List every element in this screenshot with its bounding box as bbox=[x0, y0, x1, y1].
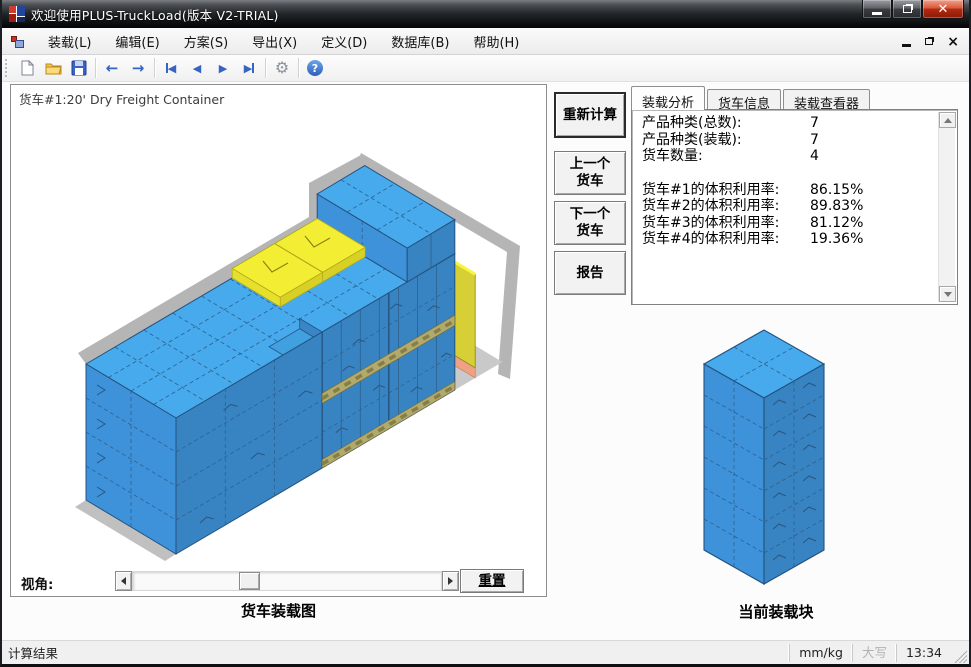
restore-icon bbox=[903, 5, 912, 13]
analysis-row: 货车数量:4 bbox=[642, 148, 931, 165]
resize-grip[interactable] bbox=[953, 649, 967, 663]
help-icon: ? bbox=[307, 60, 323, 76]
prev-truck-button[interactable]: ◀ bbox=[184, 56, 210, 80]
analysis-row: 货车#1的体积利用率:86.15% bbox=[642, 182, 931, 199]
maximize-button[interactable] bbox=[892, 0, 922, 19]
app-logo-icon bbox=[9, 6, 25, 22]
new-file-button[interactable] bbox=[14, 56, 40, 80]
scroll-down-button[interactable] bbox=[939, 286, 956, 302]
menu-bar: 装载(L) 编辑(E) 方案(S) 导出(X) 定义(D) 数据库(B) 帮助(… bbox=[2, 28, 969, 55]
first-truck-button[interactable]: ◀ bbox=[158, 56, 184, 80]
next-icon: ▶ bbox=[219, 63, 227, 74]
tab-truck-info[interactable]: 货车信息 bbox=[707, 89, 781, 110]
menu-database[interactable]: 数据库(B) bbox=[379, 28, 461, 55]
caps-indicator: 大写 bbox=[852, 644, 896, 662]
slider-left-button[interactable] bbox=[115, 571, 132, 591]
forward-arrow-icon: → bbox=[132, 61, 145, 76]
status-bar: 计算结果 mm/kg 大写 13:34 bbox=[2, 640, 969, 664]
toolbar-separator bbox=[298, 58, 299, 78]
down-arrow-icon bbox=[944, 292, 952, 301]
mdi-restore-button[interactable] bbox=[925, 38, 933, 45]
tab-load-viewer[interactable]: 装载查看器 bbox=[783, 89, 870, 110]
menu-plan[interactable]: 方案(S) bbox=[172, 28, 240, 55]
tab-bar: 装载分析 货车信息 装载查看器 bbox=[631, 86, 872, 110]
load-view-caption: 货车装载图 bbox=[10, 600, 547, 621]
slider-right-button[interactable] bbox=[442, 571, 459, 591]
analysis-row: 产品种类(装载):7 bbox=[642, 132, 931, 149]
scroll-up-button[interactable] bbox=[939, 112, 956, 128]
analysis-panel: 产品种类(总数):7 产品种类(装载):7 货车数量:4 货车#1的体积利用率:… bbox=[631, 109, 958, 305]
window-title: 欢迎使用PLUS-TruckLoad(版本 V2-TRIAL) bbox=[31, 5, 279, 24]
analysis-row: 货车#2的体积利用率:89.83% bbox=[642, 198, 931, 215]
analysis-row: 货车#4的体积利用率:19.36% bbox=[642, 231, 931, 248]
current-block-3d-view bbox=[626, 318, 926, 600]
toolbar-grip bbox=[5, 59, 9, 77]
clock: 13:34 bbox=[896, 644, 951, 662]
back-button[interactable]: ← bbox=[99, 56, 125, 80]
report-button[interactable]: 报告 bbox=[554, 251, 626, 295]
menu-define[interactable]: 定义(D) bbox=[309, 28, 379, 55]
minimize-icon bbox=[872, 12, 882, 15]
left-arrow-icon bbox=[117, 577, 126, 585]
title-bar: 欢迎使用PLUS-TruckLoad(版本 V2-TRIAL) ✕ bbox=[2, 0, 969, 28]
status-message: 计算结果 bbox=[2, 643, 789, 662]
view-angle-label: 视角: bbox=[21, 573, 53, 593]
document-icon bbox=[10, 33, 26, 49]
analysis-row: 产品种类(总数):7 bbox=[642, 115, 931, 132]
forward-button[interactable]: → bbox=[125, 56, 151, 80]
close-button[interactable]: ✕ bbox=[922, 0, 964, 19]
menu-edit[interactable]: 编辑(E) bbox=[103, 28, 171, 55]
help-button[interactable]: ? bbox=[302, 56, 328, 80]
last-truck-button[interactable]: ▶ bbox=[236, 56, 262, 80]
gear-icon: ⚙ bbox=[275, 60, 289, 76]
truck-header-label: 货车#1:20' Dry Freight Container bbox=[19, 89, 224, 108]
toolbar-separator bbox=[95, 58, 96, 78]
tab-load-analysis[interactable]: 装载分析 bbox=[631, 86, 705, 110]
open-folder-icon bbox=[44, 59, 63, 77]
current-block-caption: 当前装载块 bbox=[626, 601, 926, 622]
app-window: 欢迎使用PLUS-TruckLoad(版本 V2-TRIAL) ✕ 装载(L) … bbox=[0, 0, 971, 667]
analysis-row: 货车#3的体积利用率:81.12% bbox=[642, 215, 931, 232]
minimize-button[interactable] bbox=[862, 0, 892, 19]
analysis-scrollbar[interactable] bbox=[938, 112, 955, 302]
client-area: 货车#1:20' Dry Freight Container bbox=[2, 82, 969, 640]
save-file-button[interactable] bbox=[66, 56, 92, 80]
menu-export[interactable]: 导出(X) bbox=[240, 28, 309, 55]
first-icon: ◀ bbox=[166, 63, 176, 74]
right-arrow-icon bbox=[448, 577, 457, 585]
menu-load[interactable]: 装载(L) bbox=[36, 28, 103, 55]
load-view-panel: 货车#1:20' Dry Freight Container bbox=[10, 84, 547, 597]
next-truck-button[interactable]: ▶ bbox=[210, 56, 236, 80]
previous-truck-button[interactable]: 上一个 货车 bbox=[554, 151, 626, 195]
recalculate-button[interactable]: 重新计算 bbox=[554, 92, 626, 138]
mdi-close-button[interactable]: × bbox=[947, 35, 959, 49]
view-angle-row: 视角: 重置 bbox=[11, 569, 546, 596]
up-arrow-icon bbox=[944, 114, 952, 123]
next-truck-button[interactable]: 下一个 货车 bbox=[554, 201, 626, 245]
container-load-3d-view[interactable] bbox=[11, 107, 548, 565]
prev-icon: ◀ bbox=[193, 63, 201, 74]
new-file-icon bbox=[18, 59, 36, 77]
view-angle-slider[interactable] bbox=[132, 571, 442, 591]
save-floppy-icon bbox=[70, 59, 88, 77]
menu-help[interactable]: 帮助(H) bbox=[461, 28, 531, 55]
toolbar-separator bbox=[265, 58, 266, 78]
open-file-button[interactable] bbox=[40, 56, 66, 80]
last-icon: ▶ bbox=[244, 63, 254, 74]
slider-thumb[interactable] bbox=[239, 572, 260, 590]
back-arrow-icon: ← bbox=[106, 61, 119, 76]
toolbar-separator bbox=[154, 58, 155, 78]
reset-view-button[interactable]: 重置 bbox=[460, 569, 524, 593]
mdi-minimize-button[interactable] bbox=[902, 44, 911, 47]
settings-button[interactable]: ⚙ bbox=[269, 56, 295, 80]
toolbar: ← → ◀ ◀ ▶ ▶ ⚙ ? bbox=[2, 55, 969, 82]
units-indicator: mm/kg bbox=[789, 644, 852, 662]
